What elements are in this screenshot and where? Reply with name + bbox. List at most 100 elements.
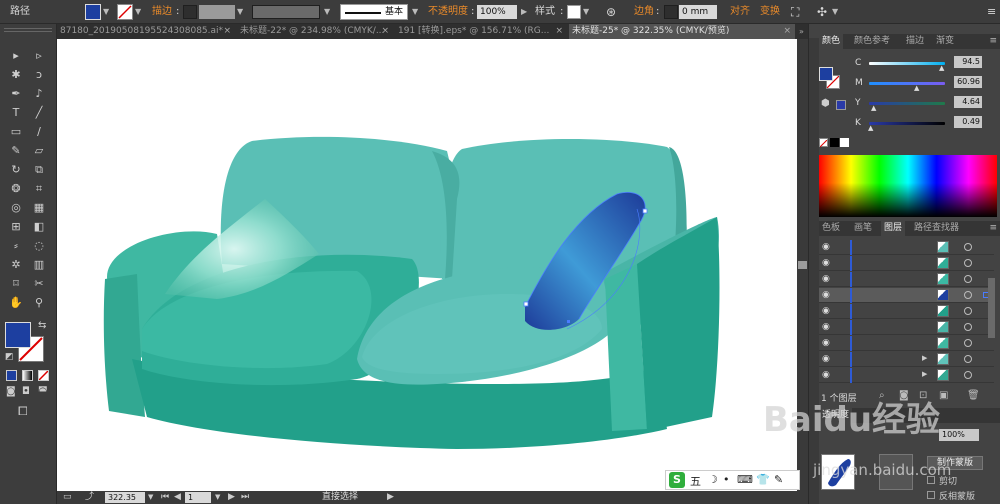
eraser-tool-icon[interactable]: ▱ [32,144,46,158]
target-icon[interactable] [964,355,972,363]
channel-k-value[interactable]: 0.49 [954,116,982,128]
moon-icon[interactable]: ☽ [708,473,718,486]
layer-row[interactable]: ◉ ▶ [819,368,994,383]
eye-icon[interactable]: ◉ [822,338,830,348]
hand-tool-icon[interactable]: ✋ [9,296,23,310]
draw-normal-icon[interactable]: ◙ [6,386,16,397]
pencil-tool-icon[interactable]: ✎ [9,144,23,158]
new-layer-icon[interactable]: ▣ [939,390,948,401]
line-tool-icon[interactable]: ╱ [32,106,46,120]
artboard-tool-icon[interactable]: ⌑ [9,277,23,291]
rectangle-tool-icon[interactable]: ▭ [9,125,23,139]
panel-grip[interactable] [4,28,52,32]
pen-tool-icon[interactable]: ✒ [9,87,23,101]
chevron-down-icon[interactable]: ▼ [583,0,589,24]
shape-builder-tool-icon[interactable]: ◎ [9,201,23,215]
layers-scroll-thumb[interactable] [988,278,995,338]
eyedropper-tool-icon[interactable]: ⸗ [9,239,23,253]
first-artboard-icon[interactable]: ⏮ [161,491,169,504]
screen-mode-icon[interactable]: ⧠ [18,404,28,419]
eye-icon[interactable]: ◉ [822,258,830,268]
stroke-weight-stepper[interactable] [183,5,197,19]
target-icon[interactable] [964,291,972,299]
none-mode-icon[interactable] [38,370,49,381]
tab-document-active[interactable]: 未标题-25* @ 322.35% (CMYK/预览) × [569,24,795,39]
perspective-grid-tool-icon[interactable]: ▦ [32,201,46,215]
export-icon[interactable]: ⤴ [85,491,94,504]
eye-icon[interactable]: ◉ [822,274,830,284]
artboard-canvas[interactable] [57,39,797,491]
channel-m-slider[interactable] [869,82,945,85]
direct-selection-tool-icon[interactable]: ▹ [32,49,46,63]
status-menu-icon[interactable]: ▶ [387,491,394,504]
tab-pathfinder[interactable]: 路径查找器 [911,221,962,236]
warp-tool-icon[interactable]: ❂ [9,182,23,196]
chevron-down-icon[interactable]: ▼ [135,0,141,24]
zoom-tool-icon[interactable]: ⚲ [32,296,46,310]
channel-y-value[interactable]: 4.64 [954,96,982,108]
isolate-icon[interactable]: ✣ [817,0,827,24]
color-fill-swatch[interactable] [819,67,833,81]
chevron-down-icon[interactable]: ▼ [215,491,220,504]
recolor-icon[interactable]: ⊛ [606,0,616,24]
eye-icon[interactable]: ◉ [822,306,830,316]
blend-tool-icon[interactable]: ◌ [32,239,46,253]
sofa-artwork[interactable] [57,39,797,491]
transform-link[interactable]: 变换 [760,0,780,24]
free-transform-tool-icon[interactable]: ⌗ [32,182,46,196]
chevron-right-icon[interactable]: ▶ [922,370,927,378]
slider-thumb-icon[interactable]: ▲ [939,64,944,72]
last-artboard-icon[interactable]: ⏭ [241,491,249,504]
chevron-right-icon[interactable]: ▶ [521,0,527,24]
layer-row[interactable]: ◉ [819,320,994,335]
paintbrush-tool-icon[interactable]: ∕ [32,125,46,139]
tab-document-2[interactable]: 未标题-22* @ 234.98% (CMYK/... × [237,24,393,39]
graphic-style-swatch[interactable] [567,5,581,19]
slider-thumb-icon[interactable]: ▲ [914,84,919,92]
tab-layers[interactable]: 图层 [881,221,906,236]
layer-row[interactable]: ◉ [819,240,994,255]
corner-label[interactable]: 边角 [634,0,654,24]
panel-menu-icon[interactable]: ≡ [989,221,997,236]
user-icon[interactable]: 👕 [756,473,770,486]
layer-row[interactable]: ◉ [819,336,994,351]
next-artboard-icon[interactable]: ▶ [228,491,235,504]
settings-icon[interactable]: ✎ [774,473,783,486]
curvature-tool-icon[interactable]: ♪ [32,87,46,101]
layer-row[interactable]: ◉ [819,288,994,303]
white-swatch[interactable] [840,138,849,147]
brush-profile-select[interactable]: 基本 [340,4,408,20]
tab-stroke[interactable]: 描边 [903,34,927,49]
selection-tool-icon[interactable]: ▸ [9,49,23,63]
none-swatch[interactable] [819,138,828,148]
layer-row[interactable]: ◉ ▶ [819,352,994,367]
layer-row[interactable]: ◉ [819,272,994,287]
scale-tool-icon[interactable]: ⧉ [32,163,46,177]
tab-swatches[interactable]: 色板 [819,221,843,236]
channel-y-slider[interactable] [869,102,945,105]
keyboard-icon[interactable]: ⌨ [737,473,753,486]
artboard-nav-icon[interactable]: ▭ [63,491,72,504]
channel-c-value[interactable]: 94.5 [954,56,982,68]
tab-document-3[interactable]: 191 [转换].eps* @ 156.71% (RG... × [395,24,567,39]
stroke-label[interactable]: 描边 [152,0,172,24]
out-of-gamut-icon[interactable]: ⬢ [821,98,830,109]
corner-radius-field[interactable]: 0 mm [679,5,717,19]
tab-gradient[interactable]: 渐变 [933,34,957,49]
draw-behind-icon[interactable]: ◘ [22,386,30,397]
target-icon[interactable] [964,339,972,347]
eye-icon[interactable]: ◉ [822,322,830,332]
mesh-tool-icon[interactable]: ⊞ [9,220,23,234]
target-icon[interactable] [964,323,972,331]
prev-artboard-icon[interactable]: ◀ [174,491,181,504]
color-spectrum[interactable] [819,155,997,217]
layer-row[interactable]: ◉ [819,256,994,271]
color-mode-icon[interactable] [6,370,17,381]
channel-m-value[interactable]: 60.96 [954,76,982,88]
target-icon[interactable] [964,275,972,283]
target-icon[interactable] [964,243,972,251]
ime-logo-icon[interactable]: S [669,472,685,488]
close-icon[interactable]: × [783,24,791,39]
channel-k-slider[interactable] [869,122,945,125]
type-tool-icon[interactable]: T [9,106,23,120]
